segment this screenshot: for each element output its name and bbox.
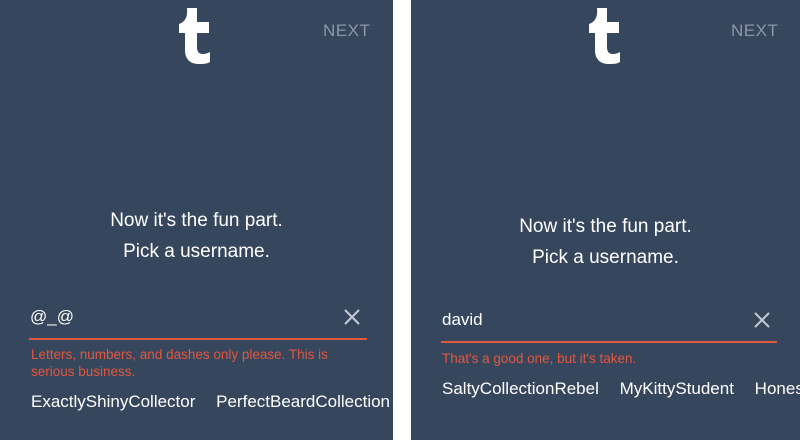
suggestion-chip[interactable]: MyKittyStudent bbox=[620, 379, 734, 399]
headline-line-1: Now it's the fun part. bbox=[110, 210, 283, 231]
username-field bbox=[441, 305, 777, 343]
next-button[interactable]: NEXT bbox=[323, 21, 370, 41]
headline-line-2: Pick a username. bbox=[532, 247, 679, 268]
close-icon[interactable] bbox=[753, 311, 771, 329]
suggestion-chip[interactable]: ExactlyShinyCollector bbox=[31, 392, 195, 412]
error-message: Letters, numbers, and dashes only please… bbox=[31, 347, 328, 379]
tumblr-t-icon bbox=[179, 8, 210, 64]
username-input[interactable] bbox=[30, 307, 320, 327]
headline-line-2: Pick a username. bbox=[123, 241, 270, 262]
close-icon[interactable] bbox=[343, 308, 361, 326]
headline: Now it's the fun part. Pick a username. bbox=[0, 205, 393, 267]
next-button[interactable]: NEXT bbox=[731, 21, 778, 41]
suggestion-chip[interactable]: SaltyCollectionRebel bbox=[442, 379, 599, 399]
username-input[interactable] bbox=[442, 310, 732, 330]
signup-screen-left: NEXT Now it's the fun part. Pick a usern… bbox=[0, 0, 393, 440]
tumblr-t-icon bbox=[589, 8, 620, 64]
comparison-stage: NEXT Now it's the fun part. Pick a usern… bbox=[0, 0, 800, 440]
username-suggestions: ExactlyShinyCollector PerfectBeardCollec… bbox=[31, 392, 393, 412]
headline-line-1: Now it's the fun part. bbox=[519, 216, 692, 237]
error-message: That's a good one, but it's taken. bbox=[442, 351, 637, 366]
username-field bbox=[29, 302, 367, 340]
suggestion-chip[interactable]: PerfectBeardCollection bbox=[216, 392, 390, 412]
suggestion-chip[interactable]: Hones bbox=[755, 379, 800, 399]
input-underline bbox=[29, 338, 367, 340]
headline: Now it's the fun part. Pick a username. bbox=[411, 211, 800, 273]
username-suggestions: SaltyCollectionRebel MyKittyStudent Hone… bbox=[442, 379, 800, 399]
signup-screen-right: NEXT Now it's the fun part. Pick a usern… bbox=[411, 0, 800, 440]
input-underline bbox=[441, 341, 777, 343]
